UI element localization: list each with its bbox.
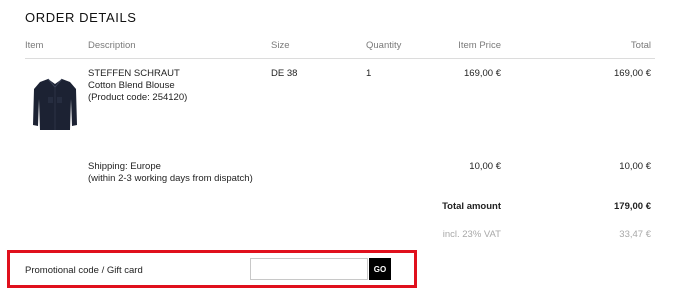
total-amount-value: 179,00 € xyxy=(614,201,651,212)
blouse-image[interactable] xyxy=(30,75,80,133)
column-header-item-price: Item Price xyxy=(458,40,501,51)
product-item-price: 169,00 € xyxy=(464,68,501,79)
shipping-item-price: 10,00 € xyxy=(469,161,501,172)
shipping-method: Shipping: Europe xyxy=(88,161,161,172)
product-description: STEFFEN SCHRAUT Cotton Blend Blouse (Pro… xyxy=(88,68,187,104)
column-header-quantity: Quantity xyxy=(366,40,402,51)
apply-promo-button[interactable]: GO xyxy=(369,258,391,280)
product-code: (Product code: 254120) xyxy=(88,92,188,103)
vat-label: incl. 23% VAT xyxy=(442,229,501,240)
column-header-size: Size xyxy=(271,40,290,51)
column-header-total: Total xyxy=(630,40,651,51)
total-amount-label: Total amount xyxy=(442,201,501,212)
product-quantity: 1 xyxy=(366,68,372,79)
product-size: DE 38 xyxy=(271,68,298,79)
column-header-item: Item xyxy=(25,40,44,51)
product-total: 169,00 € xyxy=(614,68,651,79)
vat-value: 33,47 € xyxy=(619,229,651,240)
shipping-total: 10,00 € xyxy=(619,161,651,172)
product-name: Cotton Blend Blouse xyxy=(88,80,175,91)
promo-code-label: Promotional code / Gift card xyxy=(25,265,143,276)
shipping-description: Shipping: Europe (within 2-3 working day… xyxy=(88,161,253,185)
promo-code-input[interactable] xyxy=(250,258,368,280)
column-header-description: Description xyxy=(88,40,136,51)
order-details-title: ORDER DETAILS xyxy=(25,10,137,25)
product-brand: STEFFEN SCHRAUT xyxy=(88,68,180,79)
shipping-note: (within 2-3 working days from dispatch) xyxy=(88,173,253,184)
header-divider xyxy=(25,58,655,59)
